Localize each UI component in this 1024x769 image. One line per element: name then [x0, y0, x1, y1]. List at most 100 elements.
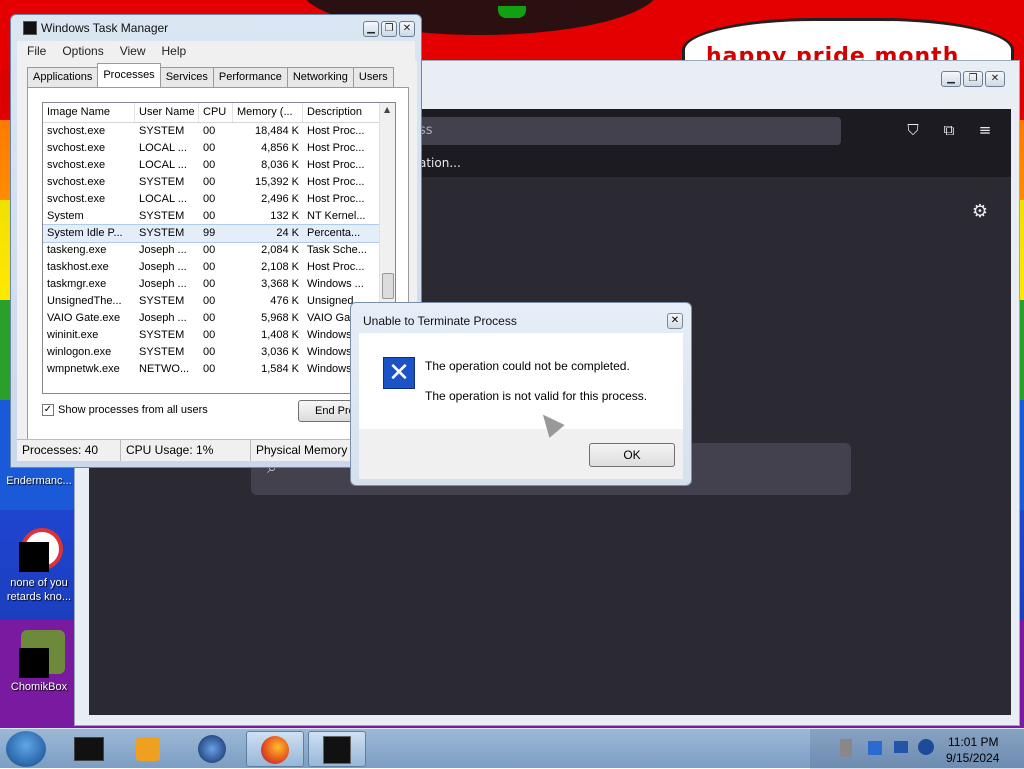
- desktop-icon-endermanc[interactable]: Endermanc...: [0, 474, 78, 488]
- redacted-square: [19, 542, 49, 572]
- close-icon[interactable]: ✕: [667, 313, 683, 329]
- cell-cpu: 00: [203, 176, 216, 188]
- taskbar-app-media[interactable]: [120, 731, 178, 767]
- cell-user-name: LOCAL ...: [139, 159, 187, 171]
- cell-cpu: 00: [203, 125, 216, 137]
- table-row[interactable]: svchost.exe LOCAL ... 00 8,036 K Host Proc..…: [43, 157, 395, 174]
- cell-cpu: 00: [203, 210, 216, 222]
- desktop-icon-label: none of you retards kno...: [6, 577, 72, 603]
- table-row[interactable]: System Idle P... SYSTEM 99 24 K Percenta...: [43, 224, 395, 243]
- table-row[interactable]: wininit.exe SYSTEM 00 1,408 K Windows: [43, 327, 395, 344]
- table-row[interactable]: UnsignedThe... SYSTEM 00 476 K Unsigned: [43, 293, 395, 310]
- app-icon: [15, 526, 63, 574]
- table-row[interactable]: svchost.exe LOCAL ... 00 4,856 K Host Proc..…: [43, 140, 395, 157]
- column-memory[interactable]: Memory (...: [233, 103, 303, 122]
- cell-cpu: 00: [203, 346, 216, 358]
- desktop-icon-chomikbox[interactable]: ChomikBox: [0, 630, 78, 694]
- cell-memory: 1,584 K: [261, 363, 299, 375]
- table-row[interactable]: System SYSTEM 00 132 K NT Kernel...: [43, 208, 395, 225]
- minimize-button[interactable]: ▁: [363, 21, 379, 37]
- gear-icon[interactable]: ⚙: [969, 201, 991, 223]
- cell-user-name: SYSTEM: [139, 210, 185, 222]
- menu-file[interactable]: File: [27, 44, 46, 58]
- menu-view[interactable]: View: [120, 44, 146, 58]
- table-row[interactable]: svchost.exe LOCAL ... 00 2,496 K Host Proc..…: [43, 191, 395, 208]
- cell-image-name: svchost.exe: [47, 176, 106, 188]
- taskbar-app-globe[interactable]: [184, 731, 242, 767]
- column-user-name[interactable]: User Name: [135, 103, 199, 122]
- show-all-users-checkbox[interactable]: ✓: [42, 404, 54, 416]
- status-cpu: CPU Usage: 1%: [121, 440, 251, 461]
- cell-memory: 5,968 K: [261, 312, 299, 324]
- maximize-button[interactable]: ❐: [381, 21, 397, 37]
- column-image-name[interactable]: Image Name: [43, 103, 135, 122]
- process-list[interactable]: Image Name User Name CPU Memory (... Des…: [42, 102, 396, 394]
- tab-processes[interactable]: Processes: [97, 63, 161, 87]
- tab-users[interactable]: Users: [352, 67, 394, 87]
- taskbar-app-terminal[interactable]: [60, 731, 118, 767]
- cell-memory: 2,084 K: [261, 244, 299, 256]
- tab-services[interactable]: Services: [159, 67, 214, 87]
- tab-performance[interactable]: Performance: [212, 67, 288, 87]
- table-row[interactable]: taskeng.exe Joseph ... 00 2,084 K Task Sche.…: [43, 242, 395, 259]
- cell-cpu: 00: [203, 244, 216, 256]
- close-button[interactable]: ✕: [985, 71, 1005, 87]
- scroll-up-arrow[interactable]: ▲: [384, 105, 390, 114]
- cell-description: NT Kernel...: [307, 210, 366, 222]
- scroll-thumb[interactable]: [382, 273, 394, 299]
- process-rows: svchost.exe SYSTEM 00 18,484 K Host Proc... s…: [43, 123, 395, 378]
- monitor-icon[interactable]: [894, 741, 908, 753]
- clock-date[interactable]: 9/15/2024: [946, 751, 999, 765]
- menu-help[interactable]: Help: [162, 44, 187, 58]
- extensions-icon[interactable]: ⧉: [939, 120, 959, 140]
- close-button[interactable]: ✕: [399, 21, 415, 37]
- table-row[interactable]: svchost.exe SYSTEM 00 15,392 K Host Proc...: [43, 174, 395, 191]
- error-dialog[interactable]: Unable to Terminate Process ✕ ✕ The oper…: [350, 302, 692, 486]
- cell-image-name: taskeng.exe: [47, 244, 107, 256]
- chomikbox-icon: [15, 630, 65, 678]
- cell-user-name: SYSTEM: [139, 346, 185, 358]
- cell-user-name: NETWO...: [139, 363, 190, 375]
- cell-memory: 3,036 K: [261, 346, 299, 358]
- battery-icon[interactable]: [840, 739, 852, 757]
- table-row[interactable]: svchost.exe SYSTEM 00 18,484 K Host Proc...: [43, 123, 395, 140]
- window-title: Windows Task Manager: [41, 21, 169, 35]
- taskbar-app-task-manager[interactable]: [308, 731, 366, 767]
- clock-time[interactable]: 11:01 PM: [948, 735, 998, 749]
- table-row[interactable]: taskmgr.exe Joseph ... 00 3,368 K Windows ..…: [43, 276, 395, 293]
- cell-cpu: 99: [203, 227, 216, 239]
- desktop-icon-folder[interactable]: none of you retards kno...: [0, 526, 78, 604]
- cell-memory: 132 K: [270, 210, 299, 222]
- ok-button[interactable]: OK: [589, 443, 675, 467]
- network-icon[interactable]: [868, 741, 882, 755]
- menu-icon[interactable]: ≡: [975, 120, 995, 140]
- cell-cpu: 00: [203, 159, 216, 171]
- bookmark-item[interactable]: ation...: [419, 156, 461, 170]
- taskbar-app-firefox[interactable]: [246, 731, 304, 767]
- desktop-icon-label: Endermanc...: [6, 475, 72, 487]
- menu-options[interactable]: Options: [62, 44, 103, 58]
- pocket-icon[interactable]: ⛉: [903, 120, 923, 140]
- cell-memory: 2,496 K: [261, 193, 299, 205]
- tab-applications[interactable]: Applications: [27, 67, 99, 87]
- column-cpu[interactable]: CPU: [199, 103, 233, 122]
- tab-networking[interactable]: Networking: [286, 67, 354, 87]
- show-all-users-option[interactable]: ✓ Show processes from all users: [42, 404, 208, 416]
- cell-description: Host Proc...: [307, 193, 365, 205]
- cell-user-name: LOCAL ...: [139, 193, 187, 205]
- table-row[interactable]: winlogon.exe SYSTEM 00 3,036 K Windows: [43, 344, 395, 361]
- minimize-button[interactable]: ▁: [941, 71, 961, 87]
- cell-cpu: 00: [203, 193, 216, 205]
- bluetooth-icon[interactable]: [918, 739, 934, 755]
- table-row[interactable]: VAIO Gate.exe Joseph ... 00 5,968 K VAIO Gat: [43, 310, 395, 327]
- cell-memory: 8,036 K: [261, 159, 299, 171]
- cell-user-name: SYSTEM: [139, 125, 185, 137]
- maximize-button[interactable]: ❐: [963, 71, 983, 87]
- cell-image-name: VAIO Gate.exe: [47, 312, 121, 324]
- column-description[interactable]: Description: [303, 103, 381, 122]
- cell-image-name: winlogon.exe: [47, 346, 112, 358]
- table-row[interactable]: wmpnetwk.exe NETWO... 00 1,584 K Windows: [43, 361, 395, 378]
- cell-image-name: wininit.exe: [47, 329, 99, 341]
- start-button[interactable]: [6, 731, 46, 767]
- table-row[interactable]: taskhost.exe Joseph ... 00 2,108 K Host Proc…: [43, 259, 395, 276]
